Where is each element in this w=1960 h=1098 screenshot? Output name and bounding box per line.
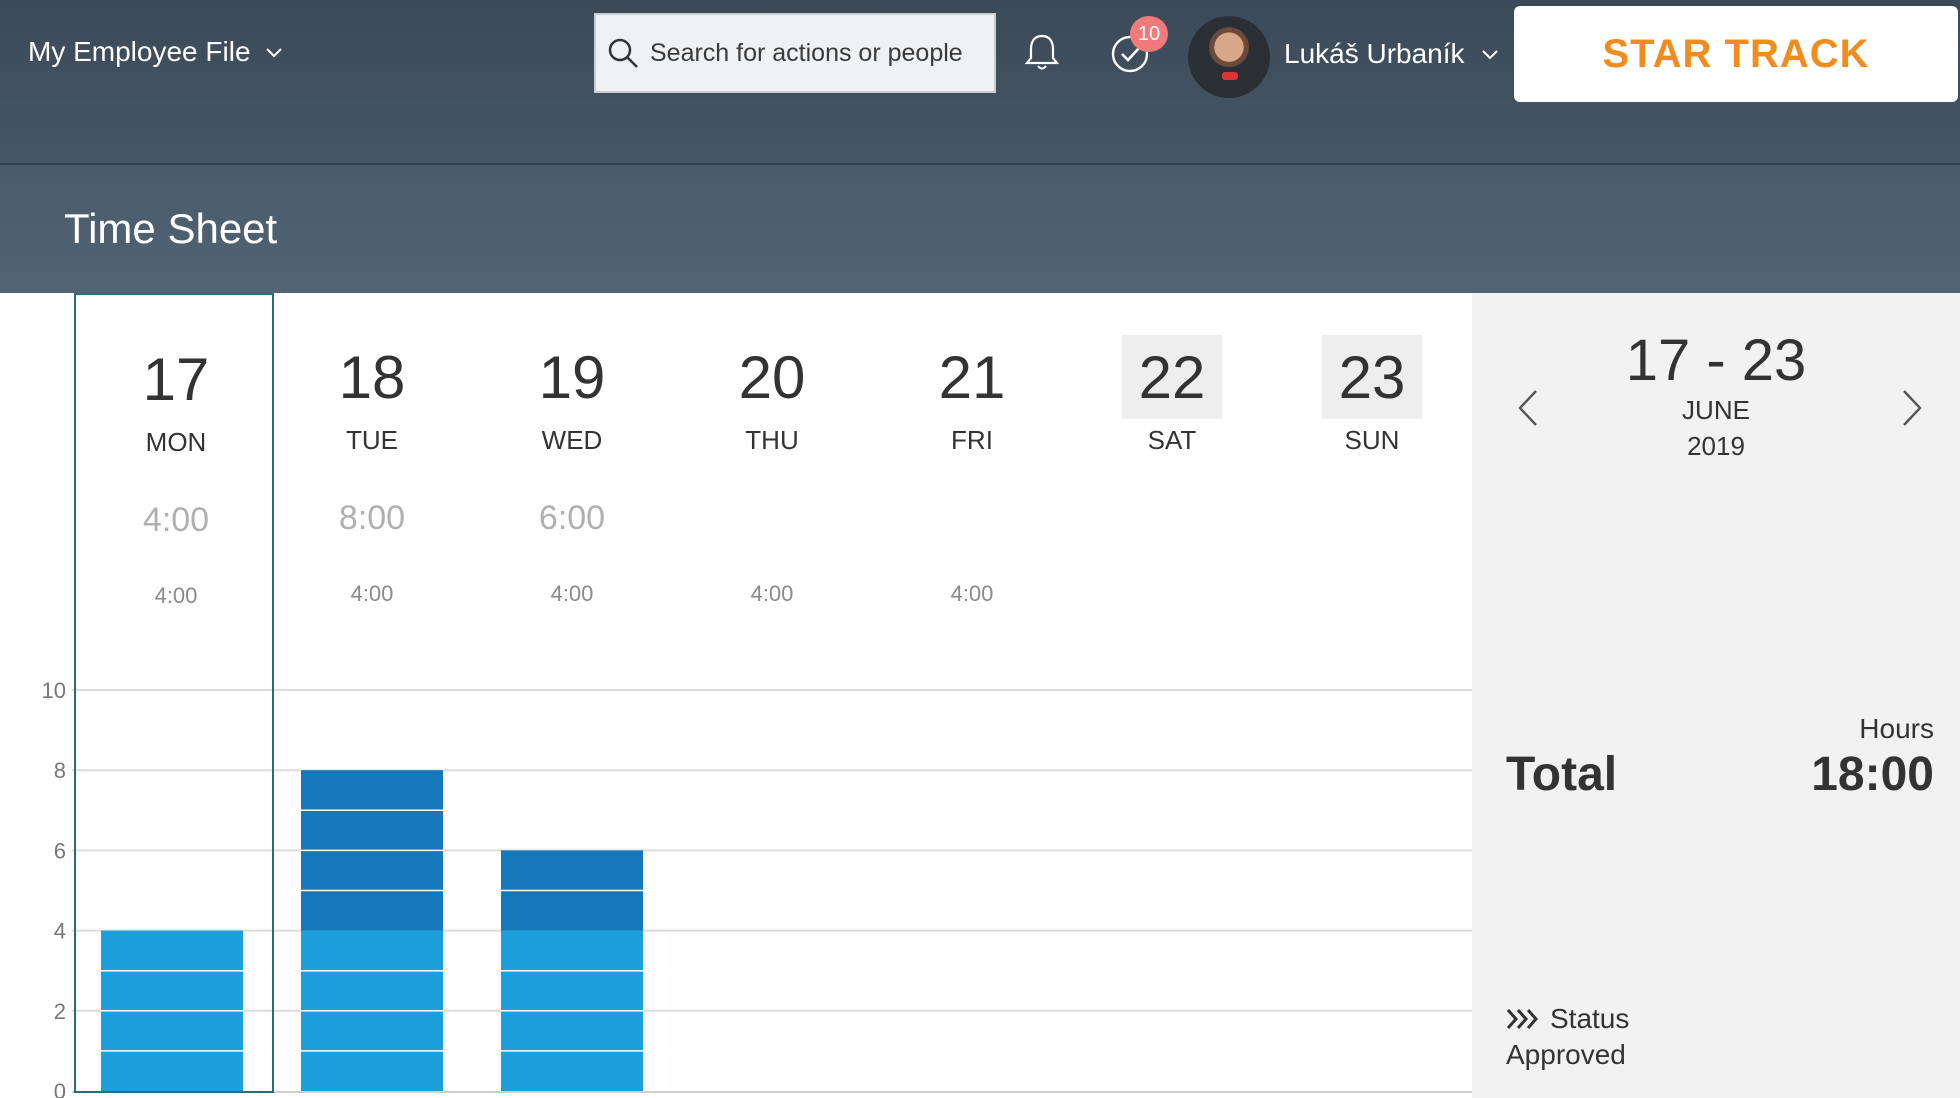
- day-number: 21: [938, 343, 1006, 411]
- bell-icon[interactable]: [1020, 30, 1064, 74]
- search-icon[interactable]: [606, 36, 640, 70]
- avatar[interactable]: [1188, 16, 1270, 98]
- day-column-mon[interactable]: 17 MON 4:00 4:00: [74, 293, 274, 1093]
- day-number: 20: [738, 343, 806, 411]
- day-recorded-hours: 4:00: [142, 501, 210, 539]
- triple-chevron-icon: [1506, 1009, 1539, 1029]
- y-tick-label: 2: [54, 999, 66, 1024]
- chevron-down-icon: [265, 48, 282, 58]
- y-tick-label: 6: [54, 838, 66, 863]
- day-planned-hours: 4:00: [750, 581, 794, 606]
- day-number: 18: [338, 343, 406, 411]
- day-planned-hours: 4:00: [154, 583, 198, 608]
- day-name: SUN: [1344, 425, 1400, 455]
- tasks-badge: 10: [1130, 16, 1168, 52]
- chevron-down-icon: [1481, 50, 1498, 60]
- y-tick-label: 10: [42, 678, 66, 703]
- user-name: Lukáš Urbaník: [1284, 38, 1465, 69]
- y-tick-label: 4: [54, 919, 66, 944]
- total-label: Total: [1506, 748, 1618, 801]
- y-tick-label: 0: [54, 1079, 66, 1098]
- brand-logo: STAR TRACK: [1514, 6, 1958, 102]
- app-title: My Employee File: [28, 36, 251, 67]
- day-number: 17: [142, 345, 210, 413]
- day-planned-hours: 4:00: [950, 581, 994, 606]
- status-value: Approved: [1506, 1039, 1626, 1070]
- day-column-sun[interactable]: 23 SUN: [1272, 293, 1472, 1093]
- timesheet-week: 0 2 4 6 8 10 17 MON 4:00 4:00 18 TUE 8:00 4:00 19 WED 6…: [0, 293, 1472, 1098]
- day-number: 19: [538, 343, 606, 411]
- day-column-thu[interactable]: 20 THU 4:00: [672, 293, 872, 1093]
- y-tick-label: 8: [54, 758, 66, 783]
- user-menu[interactable]: Lukáš Urbaník: [1284, 38, 1501, 70]
- day-column-tue[interactable]: 18 TUE 8:00 4:00: [272, 293, 472, 1093]
- day-name: FRI: [951, 425, 993, 455]
- chevron-right-icon[interactable]: [1892, 383, 1932, 433]
- app-title-menu[interactable]: My Employee File: [28, 36, 285, 68]
- day-planned-hours: 4:00: [550, 581, 594, 606]
- week-year: 2019: [1687, 431, 1745, 461]
- search-box[interactable]: [594, 13, 996, 93]
- hours-label: Hours: [1859, 713, 1934, 744]
- total-value: 18:00: [1811, 748, 1934, 801]
- day-name: MON: [145, 427, 207, 457]
- status-row: Status: [1506, 1003, 1629, 1035]
- shell-bar: My Employee File 10 Lukáš Urbaník STAR T…: [0, 0, 1960, 164]
- day-column-wed[interactable]: 19 WED 6:00 4:00: [472, 293, 672, 1093]
- day-recorded-hours: 8:00: [338, 499, 406, 537]
- status-label: Status: [1550, 1003, 1630, 1034]
- day-name: SAT: [1147, 425, 1197, 455]
- day-column-fri[interactable]: 21 FRI 4:00: [872, 293, 1072, 1093]
- day-planned-hours: 4:00: [350, 581, 394, 606]
- day-name: THU: [745, 425, 799, 455]
- search-input[interactable]: [650, 38, 980, 68]
- week-summary-panel: 17 - 23 JUNE 2019 Hours Total 18:00 Stat…: [1472, 293, 1960, 1098]
- week-month: JUNE: [1682, 395, 1750, 425]
- day-recorded-hours: 6:00: [538, 499, 606, 537]
- day-column-sat[interactable]: 22 SAT: [1072, 293, 1272, 1093]
- week-range: 17 - 23: [1625, 328, 1807, 393]
- page-header: Time Sheet: [0, 165, 1960, 293]
- day-name: WED: [541, 425, 603, 455]
- page-title: Time Sheet: [64, 205, 278, 252]
- day-number: 22: [1122, 335, 1222, 419]
- day-number: 23: [1322, 335, 1422, 419]
- day-name: TUE: [346, 425, 398, 455]
